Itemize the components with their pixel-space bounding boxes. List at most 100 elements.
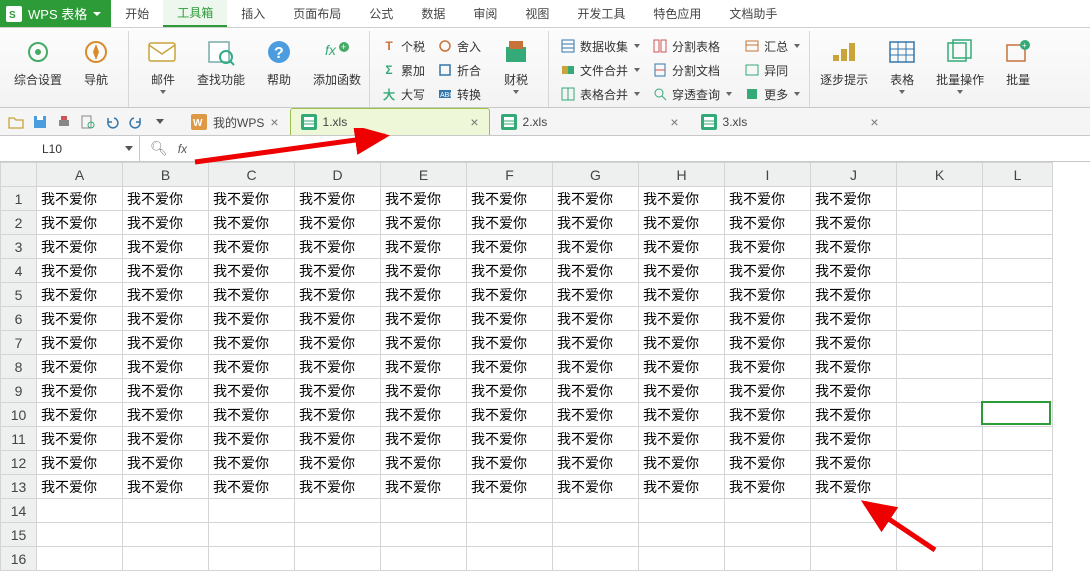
cell[interactable]: 我不爱你 [811,283,897,307]
cell[interactable]: 我不爱你 [639,187,725,211]
batch-button[interactable]: + 批量 [992,35,1044,88]
cell[interactable]: 我不爱你 [123,307,209,331]
home-tab[interactable]: W 我的WPS × [180,108,290,135]
cell[interactable] [209,499,295,523]
cell[interactable] [983,187,1053,211]
cell[interactable]: 我不爱你 [811,307,897,331]
search-icon[interactable]: 🔍︎ [150,140,168,157]
cell[interactable]: 我不爱你 [209,331,295,355]
menu-tab-7[interactable]: 视图 [511,0,563,27]
cell[interactable]: 我不爱你 [123,187,209,211]
cell[interactable]: 我不爱你 [553,331,639,355]
cell[interactable] [983,235,1053,259]
column-header[interactable]: F [467,163,553,187]
cell[interactable]: 我不爱你 [123,403,209,427]
cell[interactable] [467,499,553,523]
tab-close-button[interactable]: × [270,114,278,130]
find-feature-button[interactable]: 查找功能 [195,35,247,88]
cell[interactable]: 我不爱你 [553,475,639,499]
cell[interactable] [983,547,1053,571]
column-header[interactable]: G [553,163,639,187]
cell[interactable]: 我不爱你 [725,331,811,355]
cell[interactable]: 我不爱你 [209,403,295,427]
menu-tab-10[interactable]: 文档助手 [715,0,791,27]
cell[interactable] [295,547,381,571]
file-merge-button[interactable]: 文件合并 [557,59,643,81]
cell[interactable]: 我不爱你 [209,259,295,283]
tab-close-button[interactable]: × [670,114,678,130]
select-all-corner[interactable] [1,163,37,187]
row-header[interactable]: 5 [1,283,37,307]
cell[interactable] [897,475,983,499]
cell[interactable] [897,379,983,403]
cell[interactable] [983,211,1053,235]
menu-tab-1[interactable]: 工具箱 [163,0,227,27]
cell[interactable]: 我不爱你 [553,427,639,451]
cell[interactable]: 我不爱你 [467,355,553,379]
cell[interactable]: 我不爱你 [381,379,467,403]
cell[interactable]: 我不爱你 [209,475,295,499]
row-header[interactable]: 9 [1,379,37,403]
cell[interactable]: 我不爱你 [811,187,897,211]
cell[interactable]: 我不爱你 [639,403,725,427]
split-table-button[interactable]: 分割表格 [649,35,735,57]
cell[interactable]: 我不爱你 [295,211,381,235]
cell[interactable]: 我不爱你 [37,283,123,307]
cell[interactable]: 我不爱你 [811,259,897,283]
cell[interactable]: 我不爱你 [467,379,553,403]
cell[interactable]: 我不爱你 [811,427,897,451]
cell[interactable] [983,475,1053,499]
cell[interactable]: 我不爱你 [639,259,725,283]
cell[interactable]: 我不爱你 [553,355,639,379]
tab-close-button[interactable]: × [870,114,878,130]
menu-tab-0[interactable]: 开始 [111,0,163,27]
name-box[interactable]: L10 [0,136,140,161]
cell[interactable]: 我不爱你 [725,403,811,427]
column-header[interactable]: K [897,163,983,187]
cell[interactable]: 我不爱你 [639,283,725,307]
file-tab[interactable]: 1.xls× [290,108,490,135]
help-button[interactable]: ? 帮助 [253,35,305,88]
round-button[interactable]: 舍入 [434,35,484,57]
row-header[interactable]: 16 [1,547,37,571]
cell[interactable]: 我不爱你 [295,259,381,283]
save-button[interactable] [29,111,51,133]
cell[interactable] [983,307,1053,331]
cell[interactable]: 我不爱你 [553,283,639,307]
cell[interactable]: 我不爱你 [123,331,209,355]
cell[interactable]: 我不爱你 [381,451,467,475]
row-header[interactable]: 1 [1,187,37,211]
cell[interactable]: 我不爱你 [37,451,123,475]
cell[interactable]: 我不爱你 [123,283,209,307]
cell[interactable]: 我不爱你 [553,235,639,259]
drill-query-button[interactable]: 穿透查询 [649,83,735,105]
cell[interactable]: 我不爱你 [37,403,123,427]
column-header[interactable]: L [983,163,1053,187]
cell[interactable] [639,523,725,547]
convert-button[interactable]: ABC转换 [434,83,484,105]
cell[interactable] [123,547,209,571]
cell[interactable]: 我不爱你 [123,451,209,475]
menu-tab-4[interactable]: 公式 [355,0,407,27]
cell[interactable]: 我不爱你 [639,307,725,331]
cell[interactable] [983,379,1053,403]
row-header[interactable]: 14 [1,499,37,523]
cell[interactable]: 我不爱你 [553,307,639,331]
column-header[interactable]: C [209,163,295,187]
cell[interactable] [123,523,209,547]
cell[interactable]: 我不爱你 [467,475,553,499]
cell[interactable]: 我不爱你 [811,403,897,427]
cell[interactable]: 我不爱你 [209,187,295,211]
cell[interactable]: 我不爱你 [37,379,123,403]
cell[interactable] [897,283,983,307]
cell[interactable]: 我不爱你 [123,355,209,379]
cell[interactable]: 我不爱你 [295,475,381,499]
cell[interactable] [37,547,123,571]
batch-op-button[interactable]: 批量操作 [934,35,986,94]
cell[interactable]: 我不爱你 [467,283,553,307]
row-header[interactable]: 12 [1,451,37,475]
cell[interactable]: 我不爱你 [639,475,725,499]
menu-tab-3[interactable]: 页面布局 [279,0,355,27]
cell[interactable] [983,331,1053,355]
mail-button[interactable]: 邮件 [137,35,189,94]
